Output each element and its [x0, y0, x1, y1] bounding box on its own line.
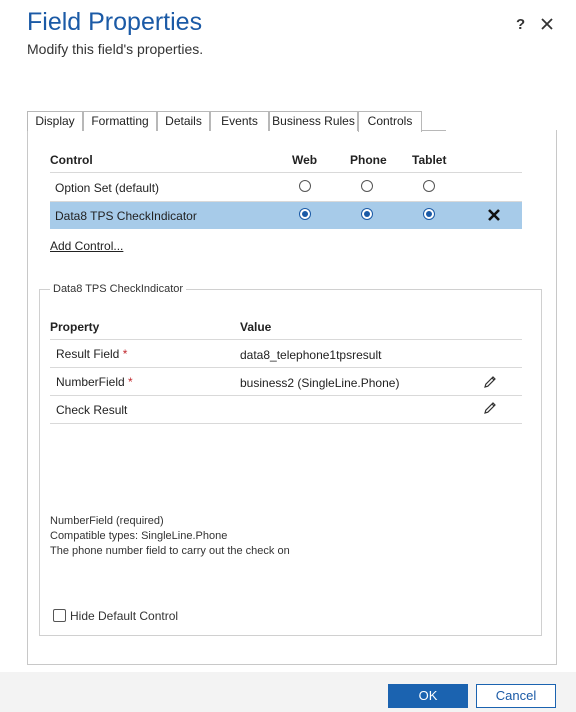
tab-business-rules[interactable]: Business Rules: [269, 111, 358, 131]
tab-details[interactable]: Details: [157, 111, 210, 131]
header-divider: [50, 339, 522, 340]
required-marker: *: [122, 347, 128, 361]
column-header-tablet: Tablet: [412, 153, 447, 167]
column-header-web: Web: [292, 153, 318, 167]
property-value-result-field: data8_telephone1tpsresult: [240, 348, 382, 362]
control-name: Data8 TPS CheckIndicator: [55, 209, 197, 223]
required-marker: *: [128, 375, 133, 389]
phone-radio[interactable]: [361, 180, 373, 192]
header-divider: [50, 172, 522, 173]
phone-radio[interactable]: [361, 208, 373, 220]
control-properties-group: [39, 289, 542, 636]
row-divider: [50, 423, 522, 424]
property-name-number-field: NumberField *: [56, 375, 133, 389]
tablet-radio[interactable]: [423, 180, 435, 192]
cancel-button[interactable]: Cancel: [476, 684, 556, 708]
edit-pencil-icon[interactable]: [483, 375, 497, 389]
web-radio[interactable]: [299, 208, 311, 220]
tab-events[interactable]: Events: [210, 111, 269, 131]
property-name-check-result: Check Result: [56, 403, 128, 417]
add-control-link[interactable]: Add Control...: [50, 239, 123, 253]
dialog-subtitle: Modify this field's properties.: [27, 41, 204, 57]
web-radio[interactable]: [299, 180, 311, 192]
help-button[interactable]: ?: [516, 16, 525, 33]
property-value-number-field: business2 (SingleLine.Phone): [240, 376, 400, 390]
column-header-control: Control: [50, 153, 93, 167]
control-properties-legend: Data8 TPS CheckIndicator: [50, 283, 187, 295]
tablet-radio[interactable]: [423, 208, 435, 220]
hide-default-control-checkbox[interactable]: [53, 609, 66, 622]
close-icon[interactable]: [540, 17, 554, 31]
ok-button[interactable]: OK: [388, 684, 468, 708]
dialog-title: Field Properties: [27, 8, 203, 36]
row-divider: [50, 367, 522, 368]
property-name-result-field: Result Field *: [56, 347, 128, 361]
remove-control-icon[interactable]: [487, 208, 501, 222]
control-row-option-set[interactable]: Option Set (default): [50, 174, 522, 201]
control-name: Option Set (default): [55, 181, 160, 195]
tab-display[interactable]: Display: [27, 111, 83, 131]
tab-controls[interactable]: Controls: [358, 111, 422, 132]
column-header-property: Property: [50, 320, 100, 334]
column-header-value: Value: [240, 320, 272, 334]
row-divider: [50, 395, 522, 396]
edit-pencil-icon[interactable]: [483, 401, 497, 415]
hide-default-control-label: Hide Default Control: [70, 609, 179, 623]
column-header-phone: Phone: [350, 153, 387, 167]
property-description: NumberField (required) Compatible types:…: [50, 515, 290, 557]
tab-formatting[interactable]: Formatting: [83, 111, 157, 131]
control-row-data8-tps[interactable]: Data8 TPS CheckIndicator: [50, 202, 522, 229]
